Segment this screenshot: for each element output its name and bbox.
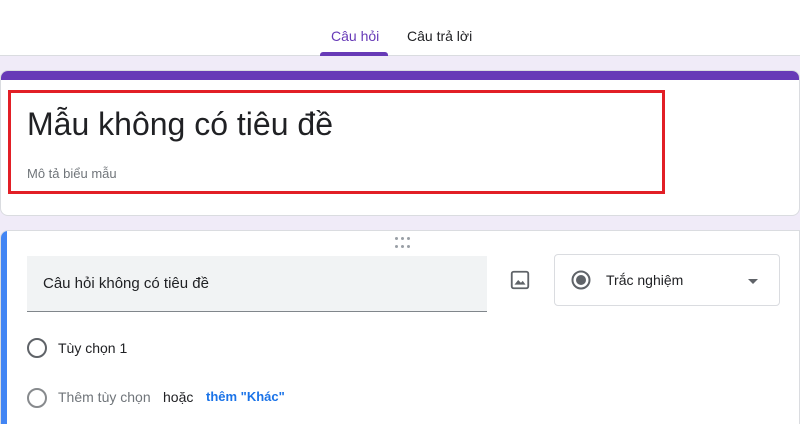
add-other-link[interactable]: thêm "Khác"	[206, 389, 285, 404]
title-card-accent-bar	[1, 71, 799, 80]
or-text: hoặc	[163, 389, 194, 405]
add-option-button[interactable]: Thêm tùy chọn	[58, 389, 151, 405]
arrow-drop-down-icon	[748, 279, 758, 284]
drag-handle-icon[interactable]	[395, 237, 415, 249]
image-icon[interactable]	[509, 269, 531, 291]
highlight-annotation-box	[8, 90, 665, 194]
add-option-radio	[27, 388, 47, 408]
tab-questions[interactable]: Câu hỏi	[331, 28, 379, 44]
question-card-focus-bar	[1, 231, 7, 424]
top-tab-bar: Câu hỏi Câu trả lời	[0, 0, 800, 56]
question-title-text: Câu hỏi không có tiêu đề	[43, 275, 209, 292]
option-label[interactable]: Tùy chọn 1	[58, 340, 127, 356]
tab-responses[interactable]: Câu trả lời	[407, 28, 472, 44]
option-radio	[27, 338, 47, 358]
active-tab-indicator	[320, 52, 388, 56]
radio-button-checked-icon	[571, 270, 591, 290]
question-type-label: Trắc nghiệm	[606, 272, 684, 288]
